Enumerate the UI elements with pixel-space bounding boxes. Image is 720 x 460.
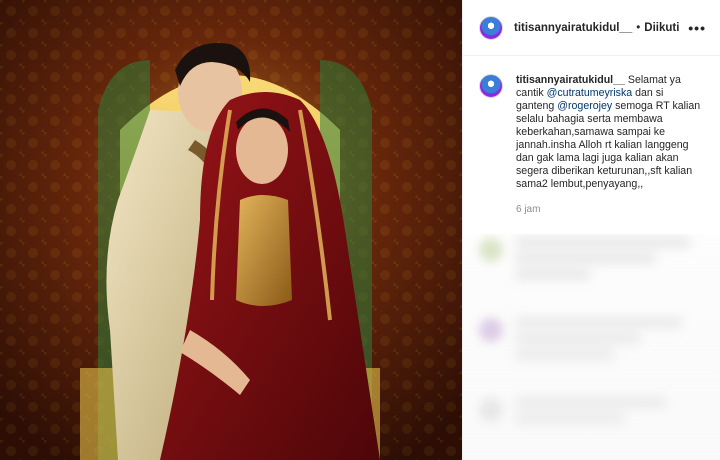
caption-body: titisannyairatukidul__ Selamat ya cantik… (516, 74, 702, 216)
post-caption: titisannyairatukidul__ Selamat ya cantik… (463, 56, 720, 216)
follow-status-button[interactable]: Diikuti (644, 22, 679, 34)
author-avatar[interactable] (479, 15, 503, 40)
blur-overlay (463, 234, 720, 460)
caption-timestamp[interactable]: 6 jam (516, 203, 702, 216)
caption-avatar[interactable] (479, 74, 503, 98)
post-image[interactable] (0, 0, 462, 460)
caption-text-3: semoga RT kalian selalu bahagia serta me… (516, 100, 701, 190)
mention-link-2[interactable]: @rogerojey (557, 100, 612, 112)
mention-link-1[interactable]: @cutratumeyriska (547, 87, 633, 99)
wedding-photo (0, 0, 462, 460)
caption-username[interactable]: titisannyairatukidul__ (516, 74, 625, 86)
more-horizontal-icon[interactable]: ••• (688, 20, 706, 36)
header-separator: • (636, 21, 641, 34)
post-header: titisannyairatukidul__ • Diikuti ••• (463, 0, 720, 56)
post-side-panel: titisannyairatukidul__ • Diikuti ••• tit… (462, 0, 720, 460)
author-username[interactable]: titisannyairatukidul__ (514, 22, 632, 34)
blurred-comments-section (463, 234, 720, 460)
